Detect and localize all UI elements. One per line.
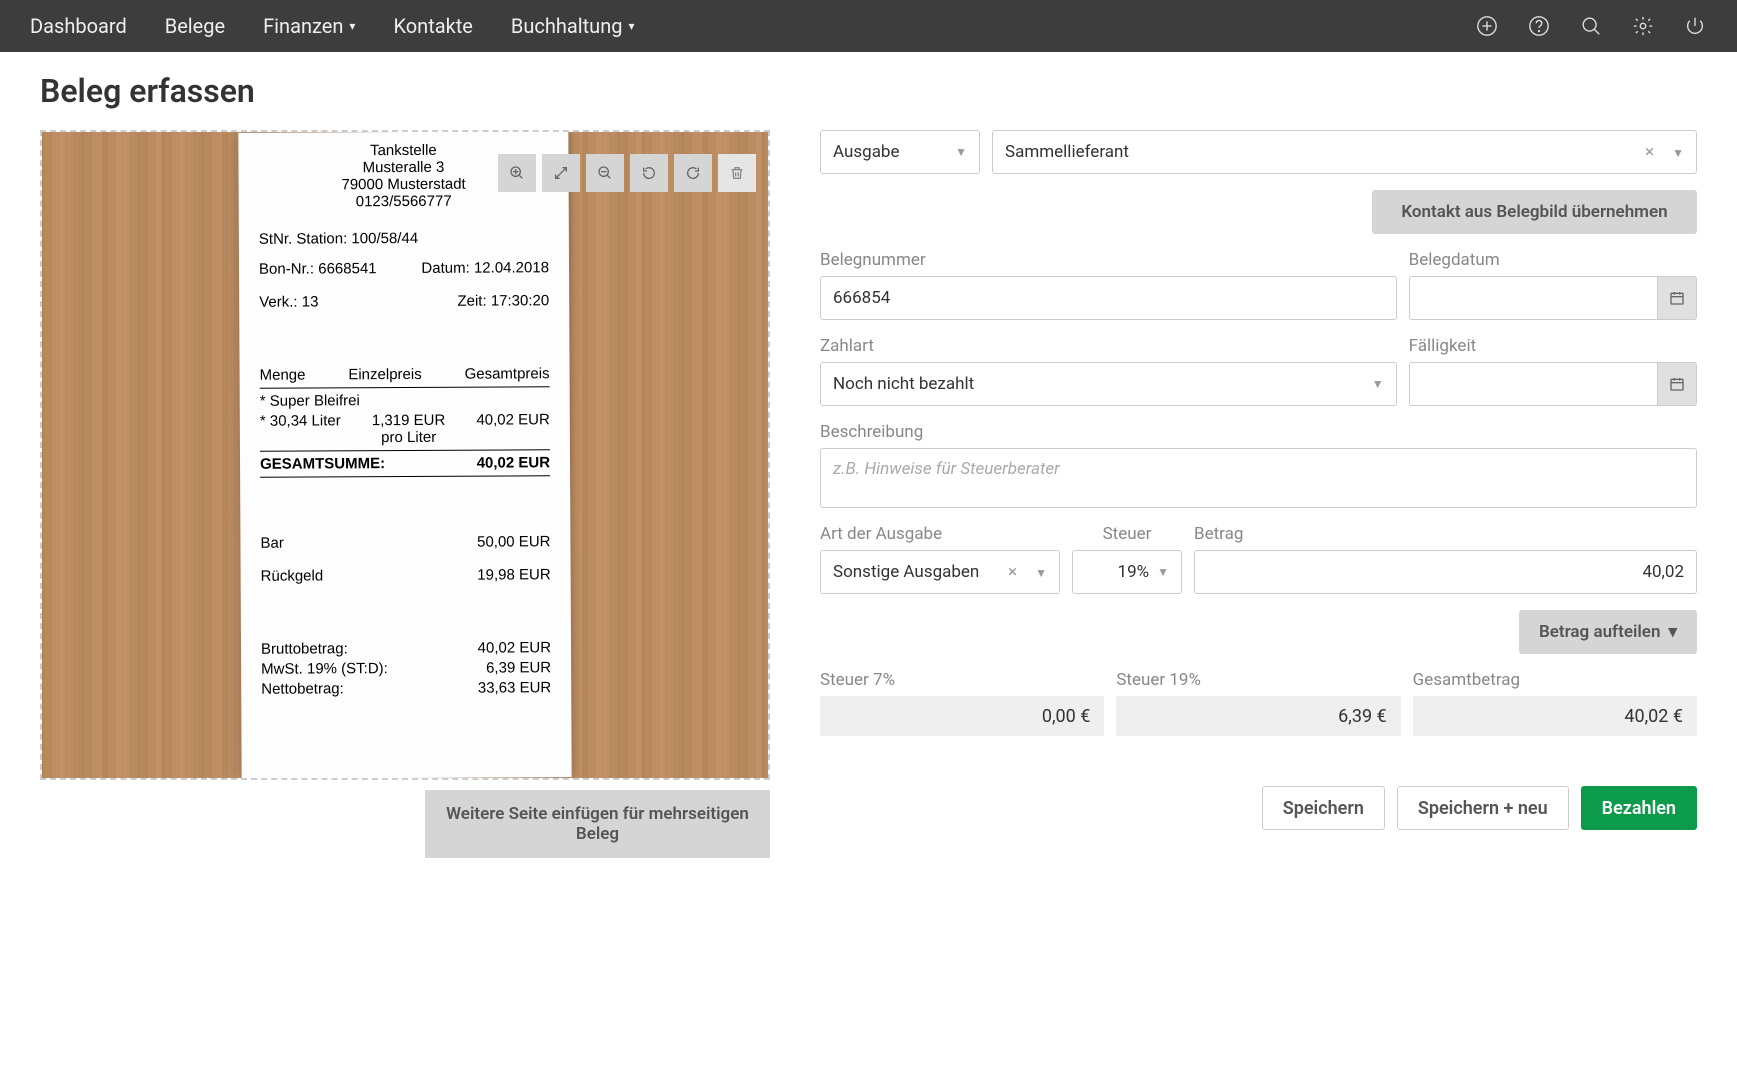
receipt-col-headers: Menge Einzelpreis Gesamtpreis bbox=[260, 365, 550, 384]
zoom-in-icon[interactable] bbox=[498, 154, 536, 192]
expand-icon[interactable] bbox=[542, 154, 580, 192]
receipt-column: Tankstelle Musteralle 3 79000 Musterstad… bbox=[40, 130, 770, 858]
receipt-image: Tankstelle Musteralle 3 79000 Musterstad… bbox=[238, 131, 571, 779]
add-icon[interactable] bbox=[1475, 14, 1499, 38]
receipt-station: StNr. Station: 100/58/44 bbox=[259, 229, 549, 248]
receipt-verk-row: Verk.: 13 Zeit: 17:30:20 bbox=[259, 292, 549, 311]
calendar-icon[interactable] bbox=[1657, 276, 1697, 320]
add-page-button[interactable]: Weitere Seite einfügen für mehrseitigen … bbox=[425, 790, 770, 858]
total-gesamt-value: 40,02 € bbox=[1413, 696, 1697, 736]
clear-icon[interactable]: × bbox=[1008, 562, 1017, 582]
total-steuer7-label: Steuer 7% bbox=[820, 670, 1104, 690]
line-art-select[interactable]: Sonstige Ausgaben × ▼ bbox=[820, 550, 1060, 594]
page-title: Beleg erfassen bbox=[40, 72, 1697, 110]
nav-kontakte[interactable]: Kontakte bbox=[393, 14, 472, 38]
receipt-sum: GESAMTSUMME: 40,02 EUR bbox=[260, 454, 550, 473]
receipt-dropzone[interactable]: Tankstelle Musteralle 3 79000 Musterstad… bbox=[40, 130, 770, 780]
line-header-betrag: Betrag bbox=[1194, 524, 1697, 544]
power-icon[interactable] bbox=[1683, 14, 1707, 38]
form-column: Ausgabe ▼ Sammellieferant × ▼ Kontakt aus… bbox=[820, 130, 1697, 830]
beschreibung-input[interactable]: z.B. Hinweise für Steuerberater bbox=[820, 448, 1697, 508]
nav-finanzen[interactable]: Finanzen▾ bbox=[263, 14, 355, 38]
total-gesamt-label: Gesamtbetrag bbox=[1413, 670, 1697, 690]
belegdatum-label: Belegdatum bbox=[1409, 250, 1697, 270]
total-steuer19-value: 6,39 € bbox=[1116, 696, 1400, 736]
zahlart-label: Zahlart bbox=[820, 336, 1397, 356]
nav-belege[interactable]: Belege bbox=[165, 14, 225, 38]
faelligkeit-label: Fälligkeit bbox=[1409, 336, 1697, 356]
line-header-steuer: Steuer bbox=[1072, 524, 1182, 544]
contact-from-image-button[interactable]: Kontakt aus Belegbild übernehmen bbox=[1372, 190, 1697, 234]
belegnummer-label: Belegnummer bbox=[820, 250, 1397, 270]
total-steuer7-value: 0,00 € bbox=[820, 696, 1104, 736]
belegdatum-input[interactable] bbox=[1409, 276, 1657, 320]
line-betrag-input[interactable]: 40,02 bbox=[1194, 550, 1697, 594]
delete-icon[interactable] bbox=[718, 154, 756, 192]
contact-select-value: Sammellieferant bbox=[1005, 142, 1129, 162]
receipt-bar: Bar50,00 EUR bbox=[260, 533, 550, 552]
nav-right bbox=[1475, 14, 1707, 38]
line-header-art: Art der Ausgabe bbox=[820, 524, 1060, 544]
receipt-item-name: * Super Bleifrei bbox=[260, 391, 550, 410]
clear-icon[interactable]: × bbox=[1645, 142, 1654, 162]
receipt-netto: Nettobetrag:33,63 EUR bbox=[261, 679, 551, 698]
chevron-down-icon: ▼ bbox=[1672, 146, 1684, 160]
type-select[interactable]: Ausgabe ▼ bbox=[820, 130, 980, 174]
contact-select[interactable]: Sammellieferant × ▼ bbox=[992, 130, 1697, 174]
chevron-down-icon: ▼ bbox=[1035, 566, 1047, 580]
total-steuer19-label: Steuer 19% bbox=[1116, 670, 1400, 690]
receipt-item-row: * 30,34 Liter 1,319 EURpro Liter 40,02 E… bbox=[260, 411, 550, 447]
zahlart-select[interactable]: Noch nicht bezahlt ▼ bbox=[820, 362, 1397, 406]
split-amount-button[interactable]: Betrag aufteilen ▾ bbox=[1519, 610, 1697, 654]
caret-down-icon: ▾ bbox=[1668, 622, 1677, 642]
zahlart-value: Noch nicht bezahlt bbox=[833, 374, 974, 394]
receipt-brutto: Bruttobetrag:40,02 EUR bbox=[261, 639, 551, 658]
help-icon[interactable] bbox=[1527, 14, 1551, 38]
chevron-down-icon: ▾ bbox=[628, 19, 634, 33]
nav-dashboard[interactable]: Dashboard bbox=[30, 14, 127, 38]
nav-left: Dashboard Belege Finanzen▾ Kontakte Buch… bbox=[30, 14, 635, 38]
search-icon[interactable] bbox=[1579, 14, 1603, 38]
image-toolbar bbox=[498, 154, 756, 192]
chevron-down-icon: ▼ bbox=[1372, 377, 1384, 391]
receipt-header-4: 0123/5566777 bbox=[259, 192, 549, 211]
faelligkeit-input[interactable] bbox=[1409, 362, 1657, 406]
belegnummer-input[interactable]: 666854 bbox=[820, 276, 1397, 320]
type-select-value: Ausgabe bbox=[833, 142, 900, 162]
zoom-out-icon[interactable] bbox=[586, 154, 624, 192]
receipt-mwst: MwSt. 19% (ST:D):6,39 EUR bbox=[261, 659, 551, 678]
rotate-left-icon[interactable] bbox=[630, 154, 668, 192]
chevron-down-icon: ▼ bbox=[955, 145, 967, 159]
calendar-icon[interactable] bbox=[1657, 362, 1697, 406]
save-new-button[interactable]: Speichern + neu bbox=[1397, 786, 1569, 830]
rotate-right-icon[interactable] bbox=[674, 154, 712, 192]
receipt-bon-row: Bon-Nr.: 6668541 Datum: 12.04.2018 bbox=[259, 259, 549, 278]
beschreibung-label: Beschreibung bbox=[820, 422, 1697, 442]
line-steuer-select[interactable]: 19% ▼ bbox=[1072, 550, 1182, 594]
line-steuer-value: 19% bbox=[1118, 562, 1150, 582]
beschreibung-placeholder: z.B. Hinweise für Steuerberater bbox=[833, 459, 1060, 479]
nav-buchhaltung[interactable]: Buchhaltung▾ bbox=[511, 14, 635, 38]
line-art-value: Sonstige Ausgaben bbox=[833, 562, 979, 582]
chevron-down-icon: ▼ bbox=[1157, 565, 1169, 579]
receipt-change: Rückgeld19,98 EUR bbox=[261, 566, 551, 585]
gear-icon[interactable] bbox=[1631, 14, 1655, 38]
chevron-down-icon: ▾ bbox=[349, 19, 355, 33]
top-nav: Dashboard Belege Finanzen▾ Kontakte Buch… bbox=[0, 0, 1737, 52]
save-button[interactable]: Speichern bbox=[1262, 786, 1385, 830]
pay-button[interactable]: Bezahlen bbox=[1581, 786, 1697, 830]
